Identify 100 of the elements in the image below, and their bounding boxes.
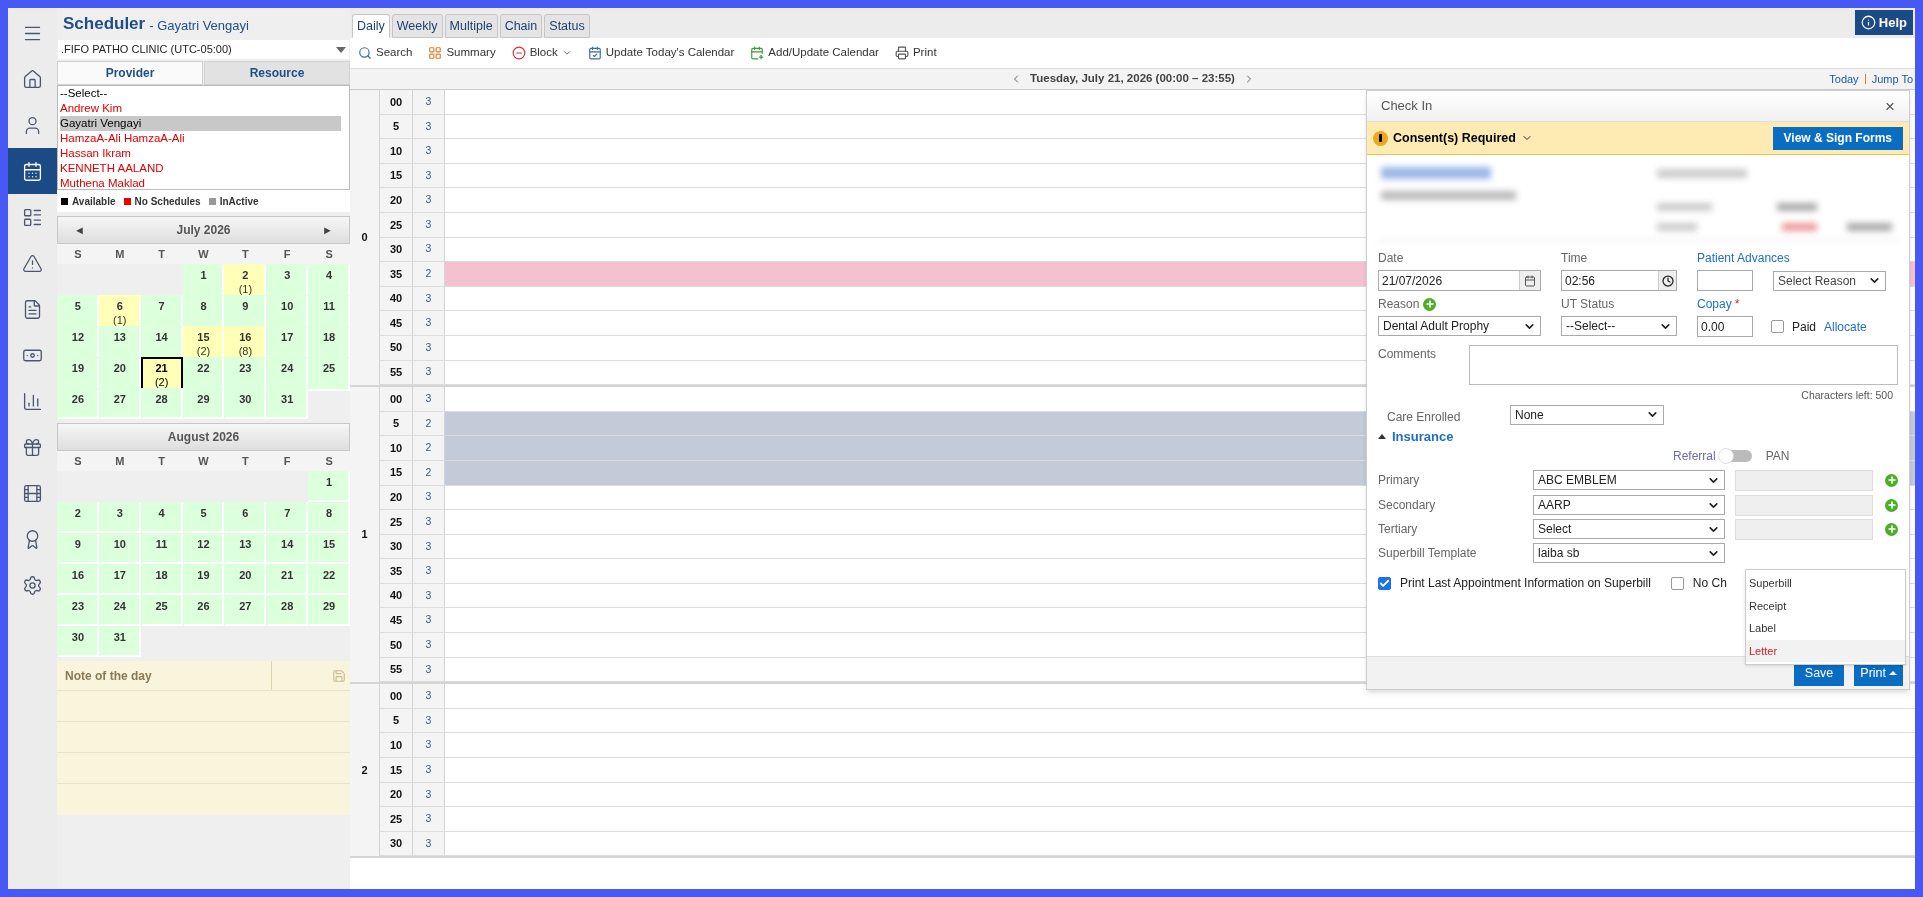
checkbox[interactable] xyxy=(1670,576,1684,590)
referral-toggle[interactable] xyxy=(1719,450,1752,463)
comments-field[interactable] xyxy=(1469,345,1898,385)
care-enrolled-select[interactable]: None xyxy=(1510,404,1664,425)
day-cell[interactable]: 25 xyxy=(308,357,350,391)
day-cell[interactable]: 24 xyxy=(266,357,309,391)
add-icon[interactable] xyxy=(1885,522,1898,536)
view-sign-forms-button[interactable]: View & Sign Forms xyxy=(1772,126,1903,150)
day-cell[interactable]: 26 xyxy=(182,595,225,626)
toolbar-button[interactable]: Update Today's Calendar xyxy=(587,44,735,62)
day-cell[interactable]: 8 xyxy=(308,502,350,533)
toolbar-button[interactable]: Search xyxy=(358,44,413,62)
save-icon[interactable] xyxy=(332,668,346,683)
day-cell[interactable]: 1 xyxy=(182,264,225,298)
calendar-icon[interactable] xyxy=(1524,274,1536,287)
day-cell[interactable]: 20 xyxy=(224,564,267,595)
status-select[interactable]: --Select-- xyxy=(1561,316,1677,336)
reason-dropdown[interactable]: Select Reason xyxy=(1773,270,1886,291)
day-cell[interactable]: 23 xyxy=(224,357,267,391)
day-cell[interactable]: 27 xyxy=(98,388,141,419)
day-cell[interactable]: 13 xyxy=(98,326,141,360)
provider-item[interactable]: KENNETH AALAND xyxy=(60,161,341,176)
day-cell[interactable]: 6 (1) xyxy=(98,295,141,329)
menu-item[interactable]: Superbill xyxy=(1746,572,1905,595)
insurance-select[interactable]: AARP xyxy=(1533,495,1725,516)
day-cell[interactable]: 25 xyxy=(140,595,183,626)
day-cell[interactable]: 12 xyxy=(57,326,99,360)
day-cell[interactable]: 16 (8) xyxy=(224,326,267,360)
toolbar-button[interactable]: Summary xyxy=(428,44,496,62)
view-tab[interactable]: Status xyxy=(544,14,590,38)
day-cell[interactable]: 11 xyxy=(308,295,350,329)
advance-field[interactable] xyxy=(1697,270,1753,291)
day-cell[interactable]: 11 xyxy=(140,533,183,564)
menu-item[interactable]: Receipt xyxy=(1746,594,1905,617)
day-cell[interactable]: 6 xyxy=(224,502,267,533)
insurance-select[interactable]: ABC EMBLEM xyxy=(1533,470,1725,491)
day-cell[interactable]: 1 xyxy=(308,471,350,502)
day-cell[interactable]: 5 xyxy=(57,295,99,329)
close-button[interactable]: × xyxy=(1885,97,1895,115)
provider-item[interactable]: Andrew Kim xyxy=(60,101,341,116)
day-cell[interactable]: 28 xyxy=(140,388,183,419)
day-cell[interactable]: 18 xyxy=(308,326,350,360)
menu-item[interactable]: Letter xyxy=(1746,639,1905,662)
provider-item[interactable]: Gayatri Vengayi xyxy=(60,116,341,131)
template-select[interactable]: laiba sb xyxy=(1533,543,1725,564)
help-button[interactable]: Help xyxy=(1854,10,1913,35)
day-cell[interactable]: 5 xyxy=(182,502,225,533)
section-title[interactable]: Insurance xyxy=(1392,426,1454,447)
add-icon[interactable] xyxy=(1423,297,1437,311)
day-cell[interactable]: 14 xyxy=(140,326,183,360)
day-cell[interactable]: 21 (2) xyxy=(140,357,183,391)
day-cell[interactable]: 4 xyxy=(308,264,350,298)
expand-triangle-icon[interactable] xyxy=(1378,434,1386,439)
nav-link[interactable]: Jump To xyxy=(1871,70,1913,88)
day-cell[interactable]: 15 xyxy=(308,533,350,564)
nav-button[interactable] xyxy=(8,148,57,194)
toolbar-button[interactable]: Block xyxy=(511,44,572,62)
day-cell[interactable]: 31 xyxy=(98,626,141,657)
add-icon[interactable] xyxy=(1885,498,1898,512)
add-icon[interactable] xyxy=(1885,473,1898,487)
next-month-button[interactable]: ► xyxy=(322,221,333,239)
provider-item[interactable]: Hassan Ikram xyxy=(60,146,341,161)
toolbar-button[interactable]: Print xyxy=(894,44,937,62)
allocate-link[interactable]: Allocate xyxy=(1824,317,1867,336)
day-cell[interactable]: 2 (1) xyxy=(224,264,267,298)
clock-icon[interactable] xyxy=(1661,274,1674,287)
day-cell[interactable]: 7 xyxy=(266,502,309,533)
day-cell[interactable]: 13 xyxy=(224,533,267,564)
day-cell[interactable]: 14 xyxy=(266,533,309,564)
reason-select[interactable]: Dental Adult Prophy xyxy=(1378,316,1541,336)
day-cell[interactable]: 8 xyxy=(182,295,225,329)
nav-link[interactable]: Today xyxy=(1829,70,1859,88)
day-cell[interactable]: 19 xyxy=(57,357,99,391)
day-cell[interactable]: 27 xyxy=(224,595,267,626)
day-cell[interactable]: 29 xyxy=(182,388,225,419)
day-cell[interactable]: 22 xyxy=(308,564,350,595)
checkbox[interactable] xyxy=(1771,320,1784,333)
checkbox[interactable] xyxy=(1378,576,1391,590)
day-cell[interactable]: 28 xyxy=(266,595,309,626)
day-cell[interactable]: 10 xyxy=(266,295,309,329)
day-cell[interactable]: 17 xyxy=(266,326,309,360)
day-cell[interactable]: 29 xyxy=(308,595,350,626)
day-cell[interactable]: 17 xyxy=(98,564,141,595)
day-cell[interactable]: 4 xyxy=(140,502,183,533)
toolbar-button[interactable]: Add/Update Calendar xyxy=(750,44,879,62)
list-tab[interactable]: Resource xyxy=(204,61,350,85)
previous-month-button[interactable]: ◄ xyxy=(74,221,85,239)
day-cell[interactable]: 3 xyxy=(266,264,309,298)
provider-item[interactable]: HamzaA-Ali HamzaA-Ali xyxy=(60,131,341,146)
day-cell[interactable]: 19 xyxy=(182,564,225,595)
day-cell[interactable]: 23 xyxy=(57,595,99,626)
day-cell[interactable]: 16 xyxy=(57,564,99,595)
view-tab[interactable]: Weekly xyxy=(391,14,443,38)
day-cell[interactable]: 22 xyxy=(182,357,225,391)
list-tab[interactable]: Provider xyxy=(57,61,203,85)
day-cell[interactable]: 15 (2) xyxy=(182,326,225,360)
day-cell[interactable]: 30 xyxy=(57,626,99,657)
day-cell[interactable]: 18 xyxy=(140,564,183,595)
time-field[interactable]: 02:56 xyxy=(1561,270,1677,291)
day-cell[interactable]: 2 xyxy=(57,502,99,533)
